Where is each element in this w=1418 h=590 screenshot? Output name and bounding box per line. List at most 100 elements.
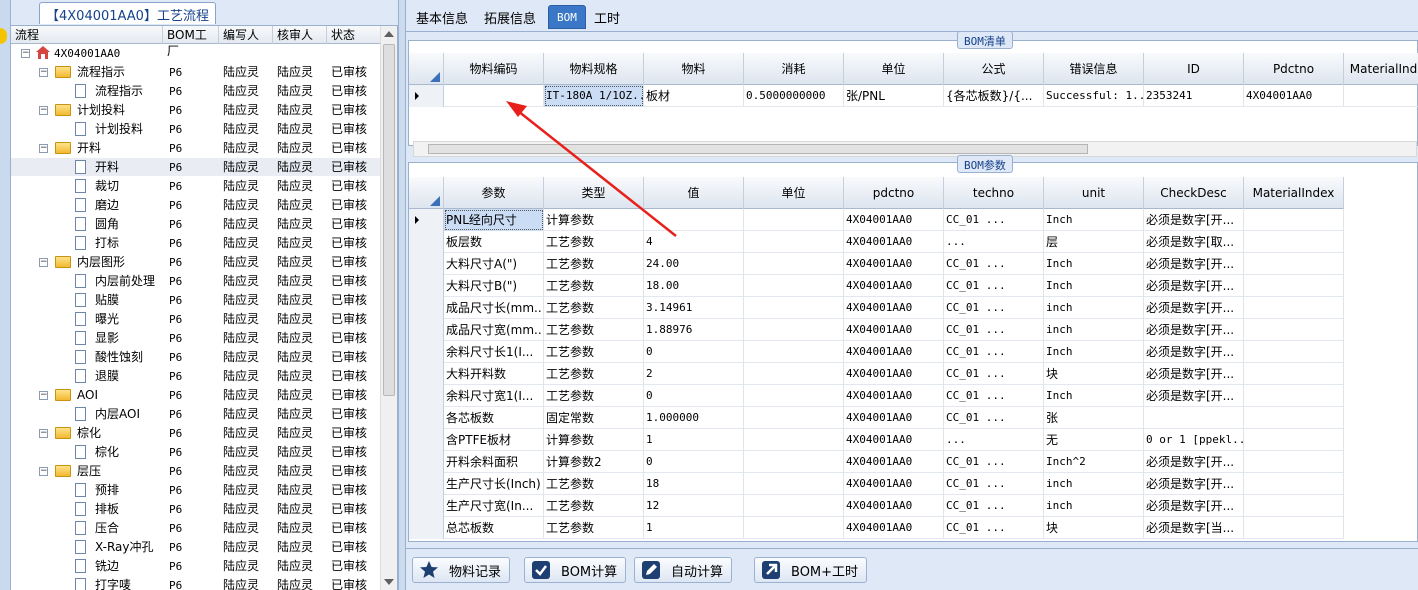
grid-cell[interactable] [1244,495,1344,517]
grid-cell[interactable]: 1.88976 [644,319,744,341]
grid-row[interactable]: 成品尺寸宽(mm... 工艺参数 1.88976 4X04001AA0 CC_01 ..… [409,319,1344,341]
tree-node[interactable]: − 棕化 [11,424,163,443]
grid-cell[interactable]: 无 [1044,429,1144,451]
grid-cell[interactable]: 板层数 [444,231,544,253]
grid-cell[interactable]: CC_01 ... [944,517,1044,539]
tab-extended-info[interactable]: 拓展信息 [476,5,544,29]
grid-cell[interactable]: 0 [644,385,744,407]
grid-cell[interactable]: 工艺参数 [544,473,644,495]
tree-row[interactable]: 显影 P6 陆应灵 陆应灵 已审核 [11,329,381,348]
grid-cell[interactable]: 4X04001AA0 [844,319,944,341]
tree-row[interactable]: 圆角 P6 陆应灵 陆应灵 已审核 [11,215,381,234]
grid-cell[interactable]: CC_01 ... [944,297,1044,319]
grid-cell[interactable]: 4X04001AA0 [844,517,944,539]
row-header[interactable] [409,363,444,385]
grid-cell[interactable]: 必须是数字[开... [1144,363,1244,385]
tree-node[interactable]: 酸性蚀刻 [11,348,163,367]
tree-row[interactable]: − 计划投料 P6 陆应灵 陆应灵 已审核 [11,101,381,120]
grid-cell[interactable] [744,473,844,495]
grid-row[interactable]: 大料开料数 工艺参数 2 4X04001AA0 CC_01 ... 块必须是数字[开... [409,363,1344,385]
grid-cell[interactable]: 1.000000 [644,407,744,429]
grid-row[interactable]: 总芯板数 工艺参数 1 4X04001AA0 CC_01 ... 块必须是数字[当... [409,517,1344,539]
grid-column-header[interactable]: 值 [644,177,744,209]
grid-cell[interactable]: Successful: 1... [1044,85,1144,107]
grid-cell[interactable]: 工艺参数 [544,253,644,275]
grid-cell[interactable]: 4X04001AA0 [844,275,944,297]
row-header[interactable] [409,275,444,297]
grid-cell[interactable]: 总芯板数 [444,517,544,539]
grid-cell[interactable] [1344,85,1418,107]
grid-cell[interactable] [1144,407,1244,429]
tree-node[interactable]: − 内层图形 [11,253,163,272]
tree-row[interactable]: 预排 P6 陆应灵 陆应灵 已审核 [11,481,381,500]
grid-cell[interactable]: 层 [1044,231,1144,253]
grid-cell[interactable] [744,495,844,517]
grid-cell[interactable]: 大料尺寸B(") [444,275,544,297]
grid-cell[interactable]: 4 [644,231,744,253]
grid-cell[interactable]: {各芯板数}/{... [944,85,1044,107]
grid-cell[interactable]: 4X04001AA0 [844,429,944,451]
grid-cell[interactable]: 生产尺寸长(Inch) [444,473,544,495]
tree-node[interactable]: 流程指示 [11,82,163,101]
grid-cell[interactable] [744,231,844,253]
grid-row[interactable]: 含PTFE板材 计算参数 1 4X04001AA0... 无 0 or 1 [ppekl.… [409,429,1344,451]
tree-row[interactable]: − 开料 P6 陆应灵 陆应灵 已审核 [11,139,381,158]
grid-cell[interactable]: 4X04001AA0 [844,451,944,473]
grid-row[interactable]: IT-180A 1/1OZ... 板材 0.5000000000 张/PNL {各芯板数… [409,85,1418,107]
scroll-thumb[interactable] [383,44,395,396]
grid-cell[interactable]: 余料尺寸长1(I... [444,341,544,363]
grid-column-header[interactable]: 单位 [844,53,944,85]
col-header-flow[interactable]: 流程 [11,26,163,44]
grid-cell[interactable]: 张/PNL [844,85,944,107]
grid-cell[interactable]: Inch^2 [1044,451,1144,473]
tree-node[interactable]: − 开料 [11,139,163,158]
grid-cell[interactable]: 工艺参数 [544,363,644,385]
grid-column-header[interactable]: 公式 [944,53,1044,85]
grid-cell[interactable]: 各芯板数 [444,407,544,429]
tree-row[interactable]: 退膜 P6 陆应灵 陆应灵 已审核 [11,367,381,386]
tree-node[interactable]: 裁切 [11,177,163,196]
bom-calc-button[interactable]: BOM计算 [524,557,627,583]
tree-vertical-scrollbar[interactable] [380,26,397,590]
panel-splitter[interactable] [398,0,406,590]
grid-cell[interactable]: 0 [644,451,744,473]
grid-cell[interactable]: 工艺参数 [544,517,644,539]
tree-node[interactable]: 内层前处理 [11,272,163,291]
grid-cell[interactable]: 工艺参数 [544,341,644,363]
tree-node[interactable]: 打字唛 [11,576,163,590]
grid-cell[interactable] [744,451,844,473]
tree-row[interactable]: 酸性蚀刻 P6 陆应灵 陆应灵 已审核 [11,348,381,367]
grid-cell[interactable]: 4X04001AA0 [844,341,944,363]
tree-row[interactable]: − 4X04001AA0 [11,44,381,63]
grid-cell[interactable] [1244,319,1344,341]
grid-cell[interactable] [744,209,844,231]
grid-cell[interactable] [1244,341,1344,363]
grid-cell[interactable]: 必须是数字[开... [1144,473,1244,495]
grid-cell[interactable]: 3.14961 [644,297,744,319]
grid-corner[interactable] [409,177,444,209]
grid-cell[interactable]: 12 [644,495,744,517]
grid-cell[interactable]: 板材 [644,85,744,107]
row-header[interactable] [409,297,444,319]
row-header[interactable] [409,495,444,517]
grid-cell[interactable] [1244,363,1344,385]
tree-node[interactable]: − 层压 [11,462,163,481]
grid-cell[interactable]: 4X04001AA0 [844,297,944,319]
tree-node[interactable]: 曝光 [11,310,163,329]
tree-row[interactable]: − 流程指示 P6 陆应灵 陆应灵 已审核 [11,63,381,82]
col-header-factory[interactable]: BOM工厂 [163,26,219,58]
grid-cell[interactable]: Inch [1044,275,1144,297]
grid-cell[interactable]: 4X04001AA0 [844,495,944,517]
tree-row[interactable]: 铣边 P6 陆应灵 陆应灵 已审核 [11,557,381,576]
grid-cell[interactable]: 工艺参数 [544,319,644,341]
grid-row[interactable]: 生产尺寸长(Inch) 工艺参数 18 4X04001AA0 CC_01 ... inch… [409,473,1344,495]
grid-cell[interactable] [1244,473,1344,495]
collapse-toggle-icon[interactable]: − [39,390,48,400]
grid-cell[interactable] [444,85,544,107]
tree-node[interactable]: 磨边 [11,196,163,215]
grid-cell[interactable]: Inch [1044,209,1144,231]
grid-cell[interactable] [744,275,844,297]
grid-cell[interactable] [744,363,844,385]
row-header[interactable] [409,85,444,107]
grid-cell[interactable]: inch [1044,297,1144,319]
